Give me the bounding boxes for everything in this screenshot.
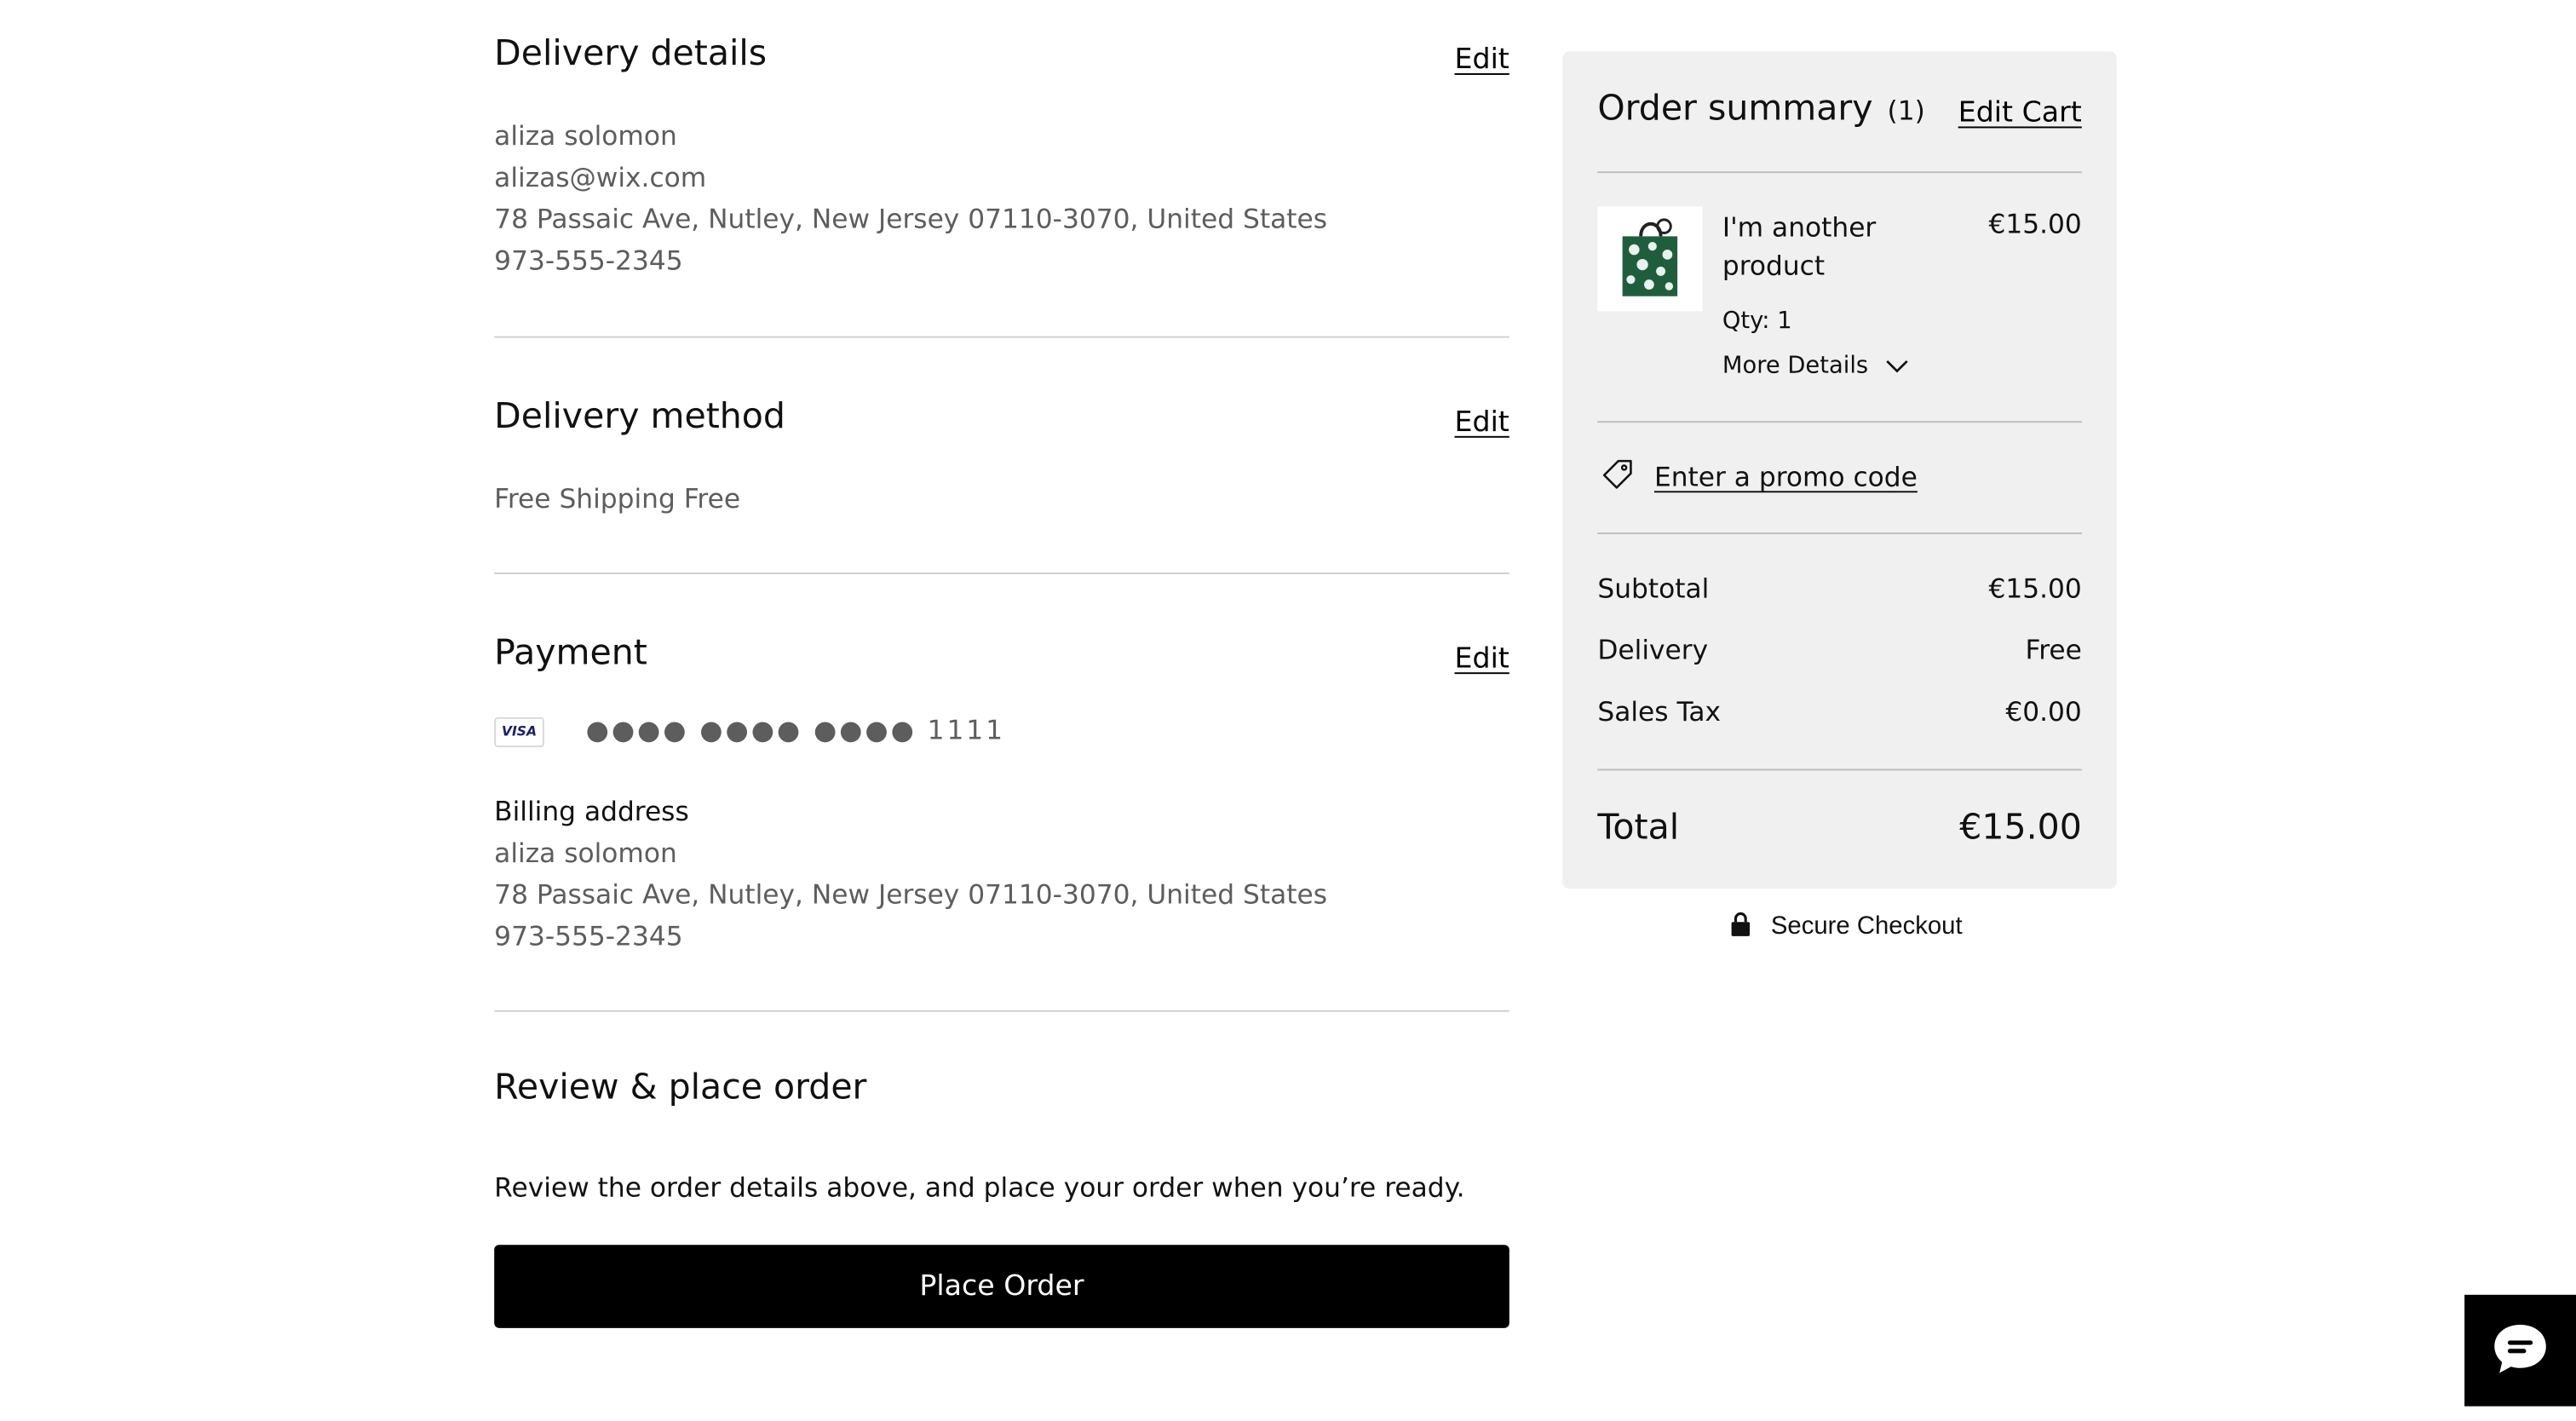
checkout-steps: Delivery details Edit aliza solomon aliz… xyxy=(494,0,1509,1328)
order-summary-count: (1) xyxy=(1887,95,1925,127)
secure-checkout: Secure Checkout xyxy=(1731,912,1963,941)
order-summary-panel: Order summary (1) Edit Cart I'm another … xyxy=(1562,51,2117,889)
order-summary-title-text: Order summary xyxy=(1597,88,1873,129)
delivery-details-section: Delivery details Edit aliza solomon aliz… xyxy=(494,0,1509,338)
review-title: Review & place order xyxy=(494,1067,867,1107)
delivery-phone: 973-555-2345 xyxy=(494,245,683,277)
lock-icon xyxy=(1731,912,1751,936)
edit-cart-link[interactable]: Edit Cart xyxy=(1958,96,2082,129)
payment-section: Payment Edit VISA ●●●● ●●●● ●●●● 1111 Bi… xyxy=(494,574,1509,1012)
subtotal-label: Subtotal xyxy=(1597,572,1710,605)
delivery-method-section: Delivery method Edit Free Shipping Free xyxy=(494,338,1509,574)
delivery-value: Free xyxy=(2025,634,2082,666)
subtotal-value: €15.00 xyxy=(1988,572,2082,605)
promo-code-label: Enter a promo code xyxy=(1653,461,1918,493)
billing-address: 78 Passaic Ave, Nutley, New Jersey 07110… xyxy=(494,878,1328,911)
divider xyxy=(1597,532,2082,535)
chat-button[interactable] xyxy=(2464,1294,2576,1407)
delivery-name: aliza solomon xyxy=(494,119,677,152)
product-price: €15.00 xyxy=(1988,208,2082,240)
delivery-email: alizas@wix.com xyxy=(494,161,707,193)
visa-card-icon: VISA xyxy=(494,716,544,748)
more-details-label: More Details xyxy=(1722,353,1869,380)
order-summary-title: Order summary (1) xyxy=(1597,89,1924,129)
billing-address-block: Billing address aliza solomon 78 Passaic… xyxy=(494,791,1327,957)
promo-code-link[interactable]: Enter a promo code xyxy=(1601,457,1918,492)
delivery-method-title: Delivery method xyxy=(494,395,785,436)
billing-phone: 973-555-2345 xyxy=(494,920,683,952)
tag-icon xyxy=(1602,459,1632,489)
secure-checkout-label: Secure Checkout xyxy=(1770,912,1963,941)
divider xyxy=(1597,768,2082,771)
chat-bubble-icon xyxy=(2494,1324,2546,1373)
more-details-toggle[interactable]: More Details xyxy=(1722,353,1909,379)
billing-name: aliza solomon xyxy=(494,837,677,869)
divider xyxy=(1597,421,2082,423)
delivery-method-value: Free Shipping Free xyxy=(494,482,741,515)
checkout-page: Delivery details Edit aliza solomon aliz… xyxy=(0,0,2576,1421)
chevron-down-icon xyxy=(1886,359,1908,372)
payment-title: Payment xyxy=(494,632,647,673)
billing-address-label: Billing address xyxy=(494,795,689,827)
review-description: Review the order details above, and plac… xyxy=(494,1171,1465,1204)
delivery-label: Delivery xyxy=(1597,634,1709,666)
total-value: €15.00 xyxy=(1959,807,2082,848)
sales-tax-value: €0.00 xyxy=(2005,695,2082,728)
divider xyxy=(1597,171,2082,174)
product-image xyxy=(1597,206,1703,312)
delivery-details-info: aliza solomon alizas@wix.com 78 Passaic … xyxy=(494,115,1327,281)
delivery-details-title: Delivery details xyxy=(494,33,768,73)
delivery-method-edit-link[interactable]: Edit xyxy=(1455,406,1509,440)
total-label: Total xyxy=(1597,807,1680,848)
delivery-address: 78 Passaic Ave, Nutley, New Jersey 07110… xyxy=(494,203,1328,235)
sales-tax-label: Sales Tax xyxy=(1597,695,1722,728)
delivery-details-edit-link[interactable]: Edit xyxy=(1455,43,1509,77)
tote-bag-image xyxy=(1597,206,1703,312)
card-number: ●●●● ●●●● ●●●● 1111 xyxy=(585,714,1005,746)
product-quantity: Qty: 1 xyxy=(1722,308,1792,335)
product-name[interactable]: I'm another product xyxy=(1722,208,1922,285)
place-order-button[interactable]: Place Order xyxy=(494,1245,1509,1328)
payment-edit-link[interactable]: Edit xyxy=(1455,642,1509,676)
